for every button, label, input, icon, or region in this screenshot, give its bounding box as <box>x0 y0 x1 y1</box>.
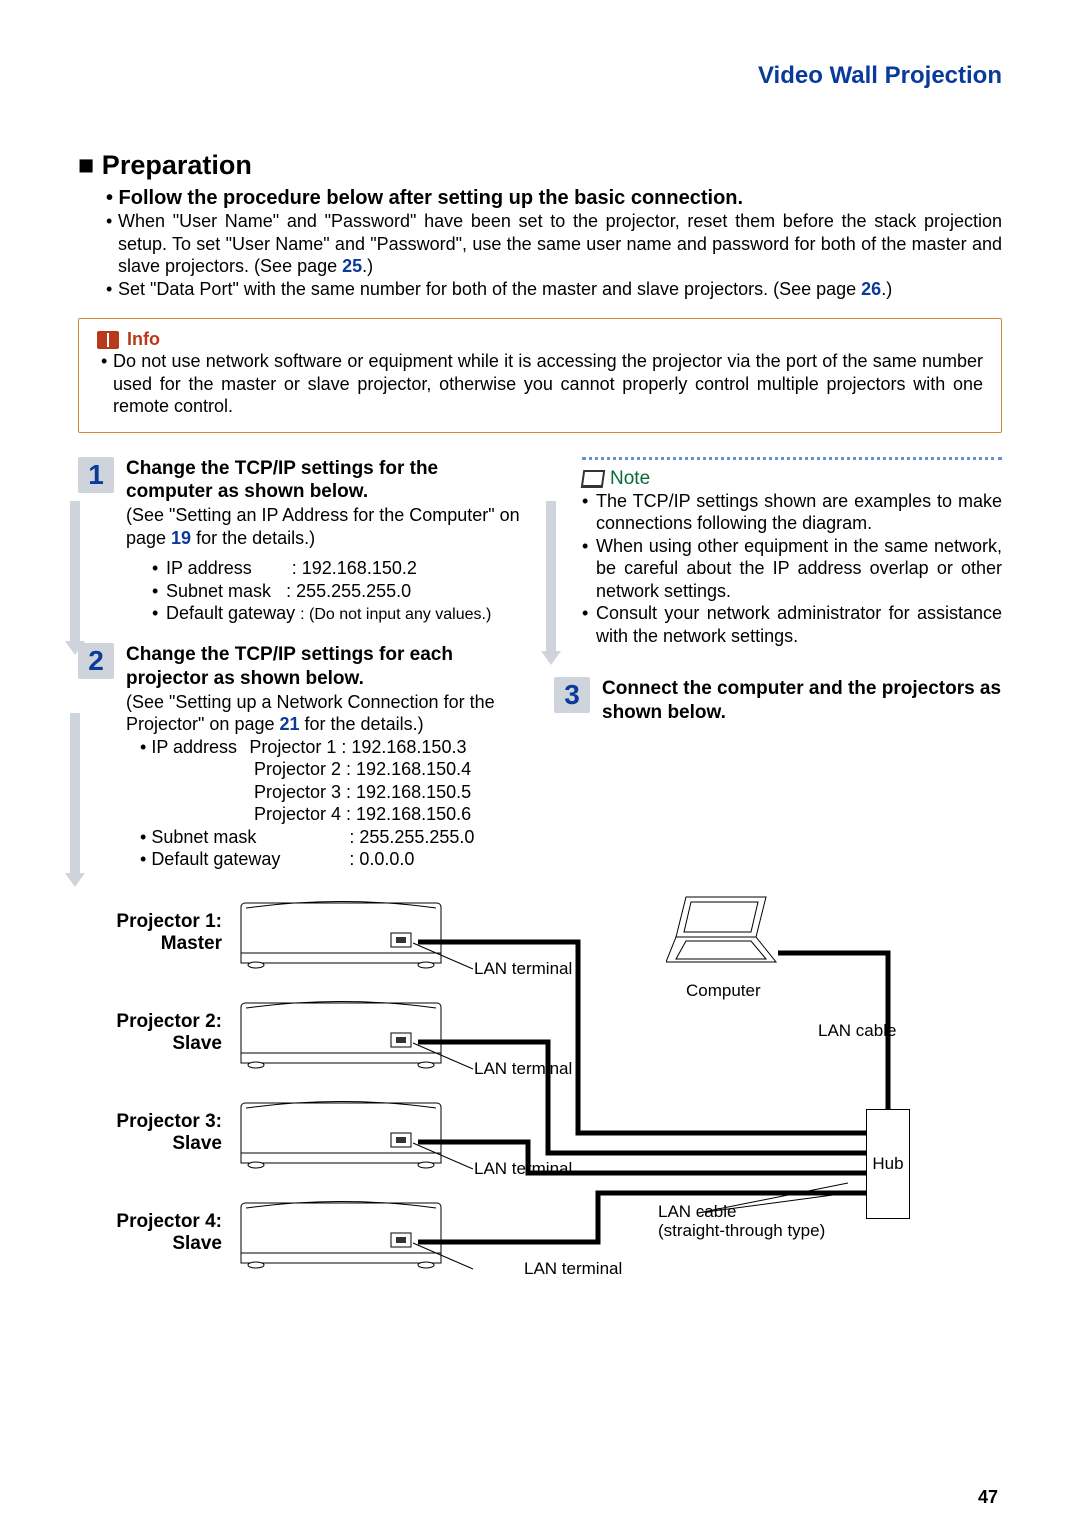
s1-ip-label: IP address <box>166 558 252 578</box>
lan-terminal-label-4: LAN terminal <box>524 1259 622 1279</box>
s1-mask: Subnet mask : 255.255.255.0 <box>152 580 526 603</box>
step-1-title: Change the TCP/IP settings for the compu… <box>126 457 526 505</box>
right-column: Note The TCP/IP settings shown are examp… <box>554 457 1002 881</box>
s2-p3: Projector 3 : 192.168.150.5 <box>126 781 526 804</box>
step-2: 2 Change the TCP/IP settings for each pr… <box>78 643 526 871</box>
page-link-21[interactable]: 21 <box>279 714 299 734</box>
info-book-icon <box>97 331 119 349</box>
s2-p4: Projector 4 : 192.168.150.6 <box>126 803 526 826</box>
s2-gw-val: : 0.0.0.0 <box>349 849 414 869</box>
note-label: Note <box>610 468 650 490</box>
note-header: Note <box>582 457 1002 490</box>
projector-3-graphic <box>236 1093 446 1173</box>
s1-ip-val: : 192.168.150.2 <box>292 558 417 578</box>
step-3-title: Connect the computer and the projectors … <box>602 677 1002 725</box>
step-2-ref-b: for the details.) <box>300 714 424 734</box>
computer-label: Computer <box>686 981 761 1001</box>
step-3: 3 Connect the computer and the projector… <box>554 677 1002 725</box>
s2-gw-row: • Default gateway: 0.0.0.0 <box>126 848 526 871</box>
proj3-label: Projector 3: Slave <box>78 1111 222 1155</box>
lan-cable-2a: LAN cable <box>658 1202 736 1222</box>
prep-bullet-2: Set "Data Port" with the same number for… <box>106 278 1002 301</box>
step-3-badge: 3 <box>554 677 590 713</box>
preparation-subhead: • Follow the procedure below after setti… <box>106 187 1002 210</box>
note-3: Consult your network administrator for a… <box>582 602 1002 647</box>
s1-ip: IP address : 192.168.150.2 <box>152 557 526 580</box>
info-label: Info <box>127 329 160 350</box>
lan-cable-2b: (straight-through type) <box>658 1221 825 1241</box>
page-link-26[interactable]: 26 <box>861 279 881 299</box>
lan-terminal-label-3: LAN terminal <box>474 1159 572 1179</box>
s2-gw-label: Default gateway <box>151 848 349 871</box>
projector-1-graphic <box>236 893 446 973</box>
info-box: Info Do not use network software or equi… <box>78 318 1002 433</box>
hub-box: Hub <box>866 1109 910 1219</box>
projector-2-graphic <box>236 993 446 1073</box>
step-2-title: Change the TCP/IP settings for each proj… <box>126 643 526 691</box>
computer-graphic <box>666 887 796 977</box>
step-2-ref: (See "Setting up a Network Connection fo… <box>126 691 526 736</box>
connection-diagram: Projector 1: Master Projector 2: Slave P… <box>78 893 1002 1303</box>
s2-p1: Projector 1 : 192.168.150.3 <box>249 737 466 757</box>
lan-terminal-label-2: LAN terminal <box>474 1059 572 1079</box>
page-title: Video Wall Projection <box>78 62 1002 90</box>
page-number: 47 <box>978 1487 998 1508</box>
s2-ip-label: IP address <box>151 736 249 759</box>
s2-mask-label: Subnet mask <box>151 826 349 849</box>
s1-mask-label: Subnet mask <box>166 581 271 601</box>
note-1: The TCP/IP settings shown are examples t… <box>582 490 1002 535</box>
s2-p2: Projector 2 : 192.168.150.4 <box>126 758 526 781</box>
info-text: Do not use network software or equipment… <box>101 350 983 418</box>
note-icon <box>581 470 606 488</box>
lan-cable-label: LAN cable <box>818 1021 896 1041</box>
s2-ip-row: • IP addressProjector 1 : 192.168.150.3 <box>126 736 526 759</box>
s1-gw: Default gateway : (Do not input any valu… <box>152 602 526 625</box>
prep-bullet-1: When "User Name" and "Password" have bee… <box>106 210 1002 278</box>
step-1-ref-b: for the details.) <box>191 528 315 548</box>
step-1: 1 Change the TCP/IP settings for the com… <box>78 457 526 626</box>
note-2: When using other equipment in the same n… <box>582 535 1002 603</box>
s2-mask-val: : 255.255.255.0 <box>349 827 474 847</box>
proj1-label: Projector 1: Master <box>78 911 222 955</box>
lan-terminal-label-1: LAN terminal <box>474 959 572 979</box>
step-1-badge: 1 <box>78 457 114 493</box>
proj4-label: Projector 4: Slave <box>78 1211 222 1255</box>
preparation-heading: ■ Preparation <box>78 150 1002 181</box>
prep-bullet-1a: When "User Name" and "Password" have bee… <box>118 211 1002 276</box>
step-1-ref: (See "Setting an IP Address for the Comp… <box>126 504 526 549</box>
left-column: 1 Change the TCP/IP settings for the com… <box>78 457 526 881</box>
prep-bullet-2a: Set "Data Port" with the same number for… <box>118 279 861 299</box>
s1-mask-val: : 255.255.255.0 <box>286 581 411 601</box>
page-link-19[interactable]: 19 <box>171 528 191 548</box>
prep-bullet-2b: .) <box>881 279 892 299</box>
s2-mask-row: • Subnet mask: 255.255.255.0 <box>126 826 526 849</box>
projector-4-graphic <box>236 1193 446 1273</box>
s1-gw-val: : (Do not input any values.) <box>300 606 491 623</box>
s1-gw-label: Default gateway <box>166 603 295 623</box>
proj2-label: Projector 2: Slave <box>78 1011 222 1055</box>
page-link-25[interactable]: 25 <box>342 256 362 276</box>
prep-bullet-1b: .) <box>362 256 373 276</box>
info-header: Info <box>97 329 983 350</box>
